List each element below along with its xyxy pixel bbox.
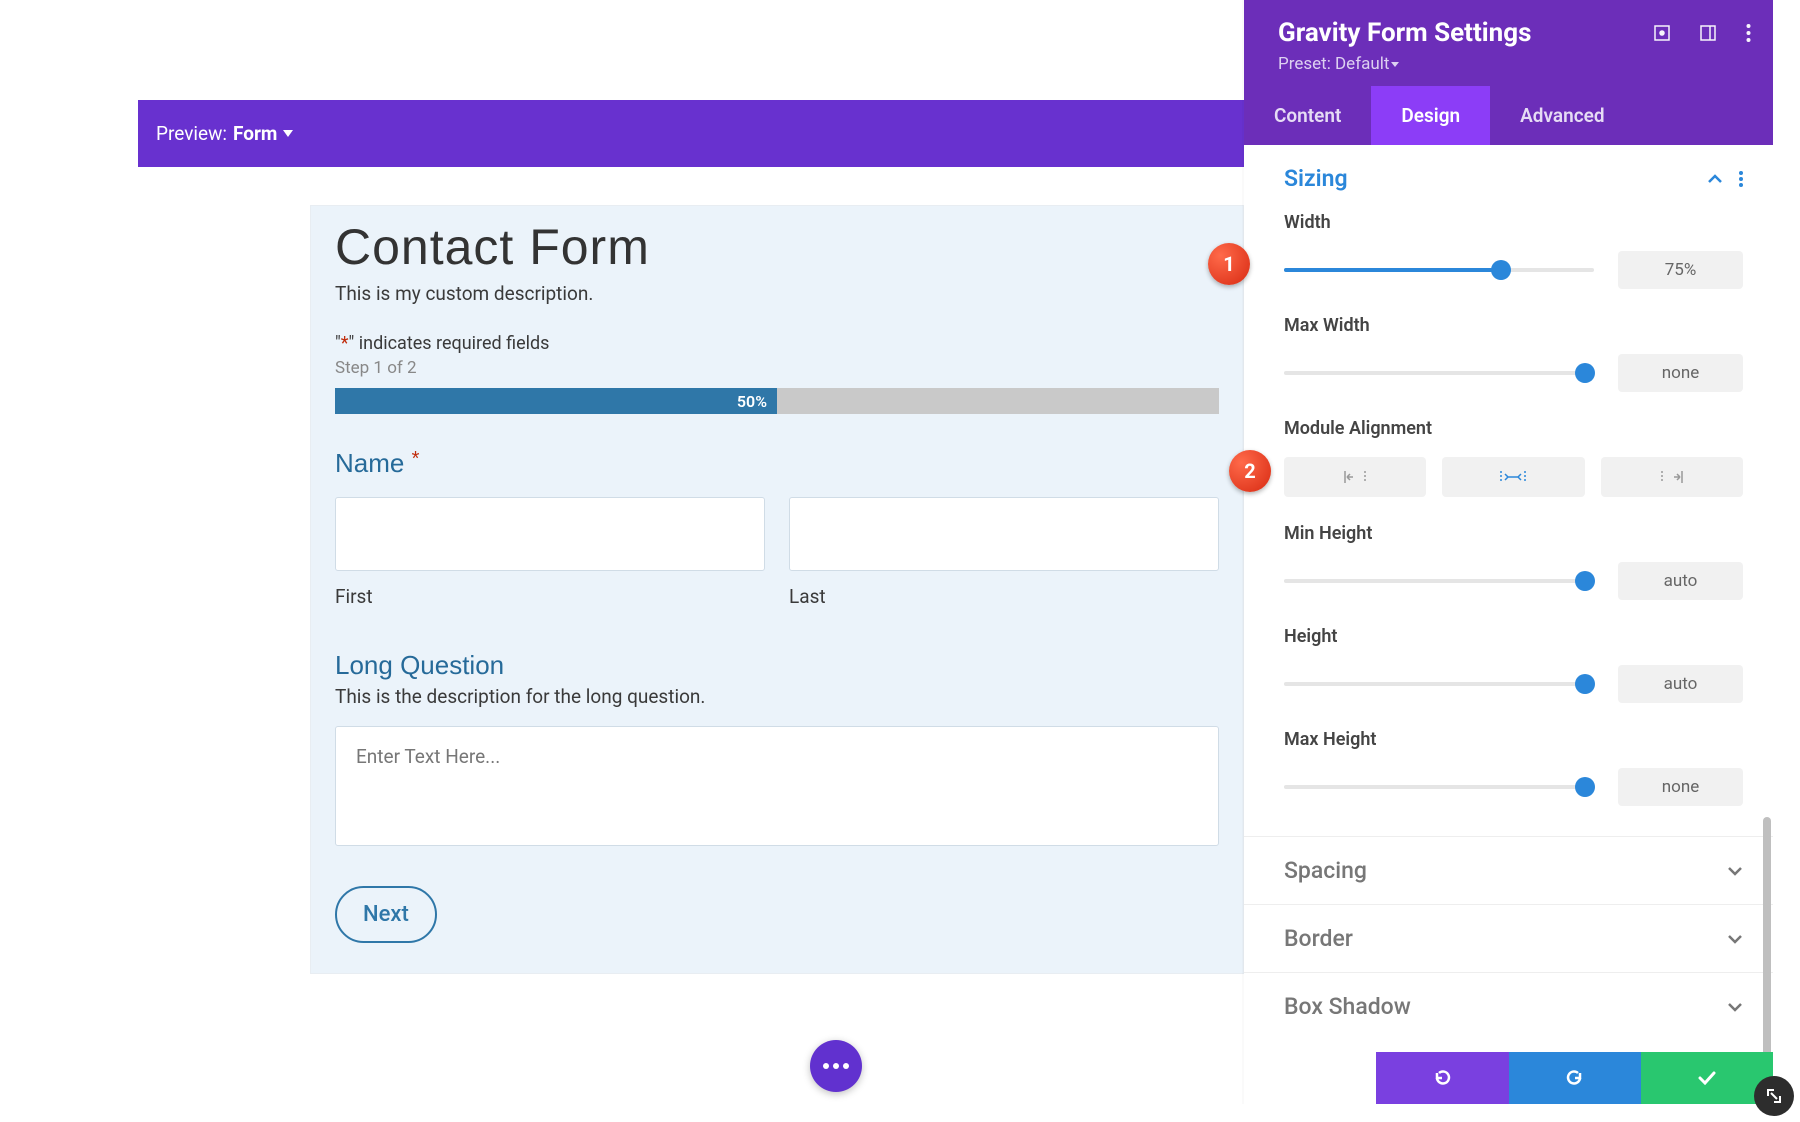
first-name-input[interactable] (335, 497, 765, 571)
tab-advanced[interactable]: Advanced (1490, 86, 1634, 145)
max-height-slider[interactable] (1284, 785, 1594, 789)
chevron-up-icon (1707, 174, 1723, 184)
form-preview-card: Contact Form This is my custom descripti… (310, 205, 1244, 974)
panel-toggle-icon[interactable] (1700, 25, 1716, 41)
width-label: Width (1284, 212, 1743, 233)
chevron-down-icon (1727, 934, 1743, 944)
redo-icon (1566, 1069, 1584, 1087)
close-icon (1302, 1070, 1318, 1086)
preview-area: Preview: Form Contact Form This is my cu… (0, 0, 1244, 1122)
more-options-fab[interactable] (810, 1040, 862, 1092)
chevron-down-icon (283, 130, 293, 137)
chevron-down-icon (1727, 866, 1743, 876)
form-title: Contact Form (335, 206, 1219, 276)
section-border: Border (1244, 905, 1773, 973)
redo-button[interactable] (1509, 1052, 1641, 1104)
control-max-width: Max Width none (1284, 315, 1743, 392)
max-width-value[interactable]: none (1618, 354, 1743, 392)
min-height-label: Min Height (1284, 523, 1743, 544)
min-height-value[interactable]: auto (1618, 562, 1743, 600)
height-value[interactable]: auto (1618, 665, 1743, 703)
tab-design[interactable]: Design (1371, 86, 1490, 145)
progress-fill: 50% (335, 388, 777, 414)
control-width: Width 75% (1284, 212, 1743, 289)
section-sizing-header[interactable]: Sizing (1244, 145, 1773, 212)
name-field-label: Name * (335, 448, 1219, 479)
max-height-value[interactable]: none (1618, 768, 1743, 806)
sidebar-header: Gravity Form Settings Preset: Default (1244, 0, 1773, 86)
sidebar-tabs: Content Design Advanced (1244, 86, 1773, 145)
sidebar-body: Sizing Width (1244, 145, 1773, 1052)
control-max-height: Max Height none (1284, 729, 1743, 806)
required-note: "*" indicates required fields (335, 333, 1219, 354)
align-center-button[interactable] (1442, 457, 1584, 497)
last-name-sublabel: Last (789, 585, 1219, 608)
section-spacing-header[interactable]: Spacing (1244, 837, 1773, 904)
height-label: Height (1284, 626, 1743, 647)
module-alignment-label: Module Alignment (1284, 418, 1743, 439)
long-question-textarea[interactable]: Enter Text Here... (335, 726, 1219, 846)
section-spacing: Spacing (1244, 837, 1773, 905)
dots-icon (823, 1063, 829, 1069)
preset-selector[interactable]: Preset: Default (1278, 54, 1749, 74)
settings-sidebar: Gravity Form Settings Preset: Default (1244, 0, 1773, 1104)
step-indicator: Step 1 of 2 (335, 358, 1219, 378)
callout-2: 2 (1229, 450, 1271, 492)
width-slider[interactable] (1284, 268, 1594, 272)
last-name-input[interactable] (789, 497, 1219, 571)
callout-1: 1 (1208, 243, 1250, 285)
preview-label: Preview: (156, 122, 227, 145)
control-min-height: Min Height auto (1284, 523, 1743, 600)
section-box-shadow: Box Shadow (1244, 973, 1773, 1040)
scrollbar-thumb[interactable] (1763, 817, 1771, 1052)
undo-icon (1433, 1069, 1451, 1087)
preview-toolbar[interactable]: Preview: Form (138, 100, 1244, 167)
check-icon (1698, 1071, 1716, 1085)
more-vertical-icon[interactable] (1746, 24, 1751, 42)
sidebar-footer (1244, 1052, 1773, 1104)
long-question-label: Long Question (335, 650, 1219, 681)
control-height: Height auto (1284, 626, 1743, 703)
chevron-down-icon (1727, 1002, 1743, 1012)
max-width-slider[interactable] (1284, 371, 1594, 375)
cancel-button[interactable] (1244, 1052, 1376, 1104)
progress-bar: 50% (335, 388, 1219, 414)
undo-button[interactable] (1376, 1052, 1508, 1104)
expand-fab[interactable] (1754, 1076, 1794, 1116)
preview-value[interactable]: Form (233, 122, 277, 145)
max-height-label: Max Height (1284, 729, 1743, 750)
first-name-sublabel: First (335, 585, 765, 608)
expand-icon (1765, 1087, 1783, 1105)
more-vertical-icon[interactable] (1739, 171, 1743, 187)
max-width-label: Max Width (1284, 315, 1743, 336)
next-button[interactable]: Next (335, 886, 437, 943)
progress-percent: 50% (737, 392, 767, 411)
align-left-button[interactable] (1284, 457, 1426, 497)
focus-icon[interactable] (1654, 25, 1670, 41)
long-question-description: This is the description for the long que… (335, 685, 1219, 708)
chevron-down-icon (1391, 62, 1399, 67)
tab-content[interactable]: Content (1244, 86, 1371, 145)
control-module-alignment: Module Alignment (1284, 418, 1743, 497)
section-sizing: Sizing Width (1244, 145, 1773, 837)
width-value[interactable]: 75% (1618, 251, 1743, 289)
min-height-slider[interactable] (1284, 579, 1594, 583)
form-description: This is my custom description. (335, 282, 1219, 305)
section-border-header[interactable]: Border (1244, 905, 1773, 972)
align-right-button[interactable] (1601, 457, 1743, 497)
section-box-shadow-header[interactable]: Box Shadow (1244, 973, 1773, 1040)
height-slider[interactable] (1284, 682, 1594, 686)
